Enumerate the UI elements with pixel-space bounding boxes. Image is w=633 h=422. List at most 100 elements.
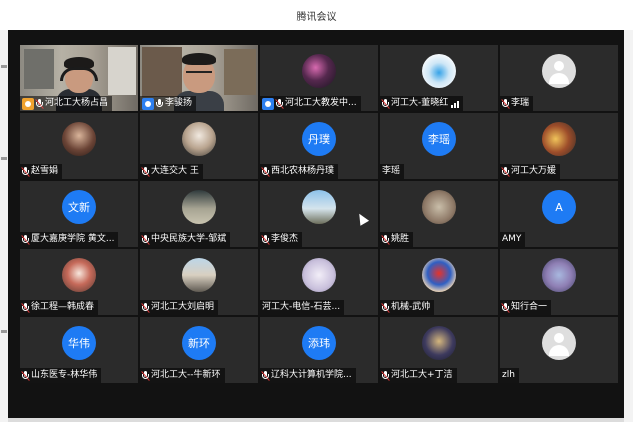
mute-slash xyxy=(35,98,44,109)
avatar-initials: 李瑶 xyxy=(422,122,456,156)
participant-label: AMY xyxy=(500,232,526,247)
participant-tile[interactable]: zlh xyxy=(500,317,618,383)
person-glyph xyxy=(145,100,151,107)
participant-name: 大连交大 王 xyxy=(151,166,199,176)
mute-slash xyxy=(261,234,270,245)
bottom-window-edge xyxy=(8,418,624,422)
participant-tile[interactable]: 丹璞 西北农林杨丹璞 xyxy=(260,113,378,179)
participant-tile[interactable]: 河北工大+丁洁 xyxy=(380,317,498,383)
participant-label: 河北工大+丁洁 xyxy=(380,368,457,383)
participant-tile[interactable]: 华伟山东医专-林华伟 xyxy=(20,317,138,383)
signal-bar xyxy=(454,102,457,108)
avatar-photo xyxy=(422,190,456,224)
mute-slash xyxy=(275,98,284,109)
participant-tile[interactable]: 河工大万媛 xyxy=(500,113,618,179)
avatar-initials: 丹璞 xyxy=(302,122,336,156)
participant-label: 姚胜 xyxy=(380,232,414,247)
host-badge-icon xyxy=(142,97,154,110)
participant-tile[interactable]: 李骏扬 xyxy=(140,45,258,111)
participant-tile[interactable]: 徐工程—韩成春 xyxy=(20,249,138,315)
participant-tile[interactable]: 文新厦大嘉庚学院 黄文... xyxy=(20,181,138,247)
participant-tile[interactable]: 李瑶 李瑶 xyxy=(380,113,498,179)
participant-label: 河工大-董晓红 xyxy=(380,96,464,111)
avatar-photo xyxy=(302,190,336,224)
mic-muted-icon xyxy=(381,234,390,245)
participant-label: 李瑶 xyxy=(380,164,405,179)
participant-label: 河北工大刘启明 xyxy=(140,300,219,315)
avatar-head xyxy=(554,61,564,71)
person-glyph xyxy=(25,100,31,107)
participant-name: 李骏扬 xyxy=(165,98,193,108)
participant-label: zlh xyxy=(500,368,519,383)
mute-slash xyxy=(381,302,390,313)
mute-slash xyxy=(141,370,150,381)
participant-tile[interactable]: 河北工大刘启明 xyxy=(140,249,258,315)
left-window-edge xyxy=(0,30,8,422)
avatar-initials: 文新 xyxy=(62,190,96,224)
participant-name: 徐工程—韩成春 xyxy=(31,302,95,312)
avatar-photo xyxy=(302,258,336,292)
mute-slash xyxy=(21,370,30,381)
participant-label: 厦大嘉庚学院 黄文... xyxy=(20,232,119,247)
mic-muted-icon xyxy=(501,98,510,109)
participant-tile[interactable]: 河工大-董晓红 xyxy=(380,45,498,111)
signal-bar xyxy=(451,104,454,108)
participant-label: 大连交大 王 xyxy=(140,164,203,179)
mute-slash xyxy=(501,98,510,109)
avatar-photo xyxy=(422,258,456,292)
avatar-initials: A xyxy=(542,190,576,224)
avatar-photo xyxy=(62,258,96,292)
participant-label: 李俊杰 xyxy=(260,232,303,247)
participant-label: 河北工大杨占昌 xyxy=(20,96,113,111)
participant-tile[interactable]: 赵雪娟 xyxy=(20,113,138,179)
participant-tile[interactable]: 河工大-电信-石芸... xyxy=(260,249,378,315)
mute-slash xyxy=(21,234,30,245)
participant-tile[interactable]: 添玮 辽科大计算机学院... xyxy=(260,317,378,383)
mic-muted-icon xyxy=(381,98,390,109)
avatar-photo xyxy=(182,122,216,156)
participant-name: zlh xyxy=(502,370,515,380)
default-avatar-icon xyxy=(542,54,576,88)
participant-tile[interactable]: 河北工大教发中... xyxy=(260,45,378,111)
participant-label: 河工大-电信-石芸... xyxy=(260,300,345,315)
signal-strength-icon xyxy=(451,100,460,108)
participant-name: 河北工大+丁洁 xyxy=(391,370,453,380)
mic-icon xyxy=(156,98,163,109)
person-hair xyxy=(182,53,216,65)
avatar-photo xyxy=(422,326,456,360)
mic-muted-icon xyxy=(261,370,270,381)
participant-label: 山东医专-林华伟 xyxy=(20,368,102,383)
mute-slash xyxy=(141,166,150,177)
avatar-initials: 新环 xyxy=(182,326,216,360)
participant-name: 河北工大--牛新环 xyxy=(151,370,221,380)
mic-muted-icon xyxy=(275,98,284,109)
participant-label: 河北工大教发中... xyxy=(260,96,361,111)
participant-tile[interactable]: 知行合一 xyxy=(500,249,618,315)
background-shelf xyxy=(224,49,256,95)
participant-tile[interactable]: 新环河北工大--牛新环 xyxy=(140,317,258,383)
participant-tile[interactable]: 中央民族大学-邹斌 xyxy=(140,181,258,247)
default-avatar-icon xyxy=(542,326,576,360)
mic-muted-icon xyxy=(21,302,30,313)
participant-tile[interactable]: 机械-武帅 xyxy=(380,249,498,315)
mic-muted-icon xyxy=(261,234,270,245)
background-shelf xyxy=(24,49,54,89)
participant-name: 机械-武帅 xyxy=(391,302,431,312)
avatar-initials: 华伟 xyxy=(62,326,96,360)
avatar-photo xyxy=(422,54,456,88)
participant-name: 河北工大杨占昌 xyxy=(45,98,109,108)
participant-tile[interactable]: A AMY xyxy=(500,181,618,247)
participant-tile[interactable]: 姚胜 xyxy=(380,181,498,247)
participant-tile[interactable]: 李瑞 xyxy=(500,45,618,111)
mute-slash xyxy=(381,98,390,109)
participant-tile[interactable]: 大连交大 王 xyxy=(140,113,258,179)
mic-muted-icon xyxy=(501,302,510,313)
edge-marker xyxy=(1,157,7,160)
participant-tile[interactable]: 河北工大杨占昌 xyxy=(20,45,138,111)
participant-label: 知行合一 xyxy=(500,300,552,315)
participant-label: 赵雪娟 xyxy=(20,164,63,179)
mute-slash xyxy=(381,370,390,381)
participant-name: AMY xyxy=(502,234,522,244)
headphones-icon xyxy=(60,67,98,81)
host-badge-icon xyxy=(262,97,274,110)
